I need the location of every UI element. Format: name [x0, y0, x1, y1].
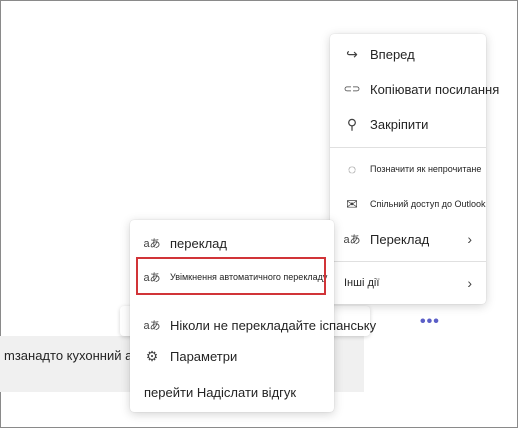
menu-item-label: Вперед [370, 46, 415, 62]
forward-arrow-icon: ↪ [346, 45, 358, 62]
more-options-icon[interactable]: ••• [420, 313, 440, 331]
menu-item-more-actions[interactable]: Інші дії › [330, 266, 486, 300]
menu-divider [330, 147, 486, 148]
submenu-item-label: перейти Надіслати відгук [144, 384, 297, 400]
menu-item-pin[interactable]: ⚲ Закріпити [330, 107, 486, 141]
submenu-item-settings[interactable]: ⚙ Параметри [130, 339, 334, 373]
menu-item-forward[interactable]: ↪ Вперед [330, 37, 486, 71]
submenu-item-label: Ніколи не перекладайте іспанську [170, 317, 377, 333]
menu-item-copy-link[interactable]: ⊂⊃ Копіювати посилання [330, 72, 500, 106]
menu-item-label: Спільний доступ до Outlook [370, 199, 486, 209]
translate-submenu: aあ переклад aあ Увімкнення автоматичного … [130, 220, 376, 412]
mail-icon: ✉ [346, 195, 358, 212]
menu-item-label: Переклад [370, 231, 430, 247]
message-context-menu: ↪ Вперед ⊂⊃ Копіювати посилання ⚲ Закріп… [330, 34, 500, 304]
menu-divider [330, 261, 486, 262]
link-icon: ⊂⊃ [343, 83, 361, 95]
submenu-item-label: переклад [170, 235, 227, 251]
submenu-item-translate[interactable]: aあ переклад [130, 226, 334, 260]
menu-item-label: Копіювати посилання [370, 81, 500, 97]
menu-item-share-outlook[interactable]: ✉ Спільний доступ до Outlook [330, 187, 486, 221]
submenu-item-never-translate[interactable]: aあ Ніколи не перекладайте іспанську [130, 308, 376, 342]
submenu-item-label: Параметри [170, 348, 238, 364]
mark-unread-icon: ◌ [347, 161, 357, 177]
chevron-right-icon: › [467, 275, 472, 291]
submenu-item-send-feedback[interactable]: перейти Надіслати відгук [130, 375, 334, 409]
menu-item-label: Інші дії [344, 277, 380, 289]
menu-item-translate[interactable]: aあ Переклад › [330, 222, 486, 256]
menu-item-mark-unread[interactable]: ◌ Позначити як непрочитане [330, 152, 486, 186]
menu-item-label: Позначити як непрочитане [370, 164, 482, 174]
menu-item-label: Закріпити [370, 116, 429, 132]
translate-off-icon: aあ [143, 320, 161, 332]
translate-icon: aあ [143, 238, 161, 250]
settings-icon: ⚙ [145, 347, 159, 364]
chevron-right-icon: › [467, 231, 472, 247]
translate-icon: aあ [343, 234, 361, 246]
highlight-box [136, 257, 326, 295]
pin-icon: ⚲ [346, 115, 358, 132]
